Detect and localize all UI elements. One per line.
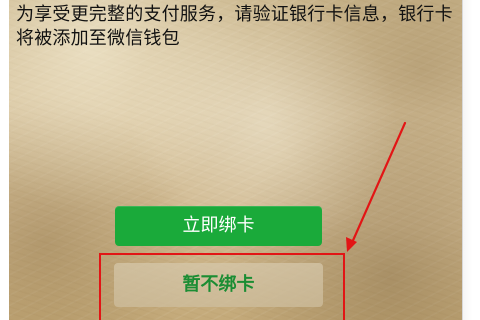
right-edge (462, 0, 480, 320)
left-edge (0, 0, 9, 320)
bind-card-now-button[interactable]: 立即绑卡 (115, 206, 322, 246)
screenshot-frame: 为享受更完整的支付服务，请验证银行卡信息，银行卡将被添加至微信钱包 立即绑卡 暂… (0, 0, 480, 320)
bank-card-verification-message: 为享受更完整的支付服务，请验证银行卡信息，银行卡将被添加至微信钱包 (16, 4, 453, 49)
skip-bind-card-button[interactable]: 暂不绑卡 (114, 263, 323, 307)
